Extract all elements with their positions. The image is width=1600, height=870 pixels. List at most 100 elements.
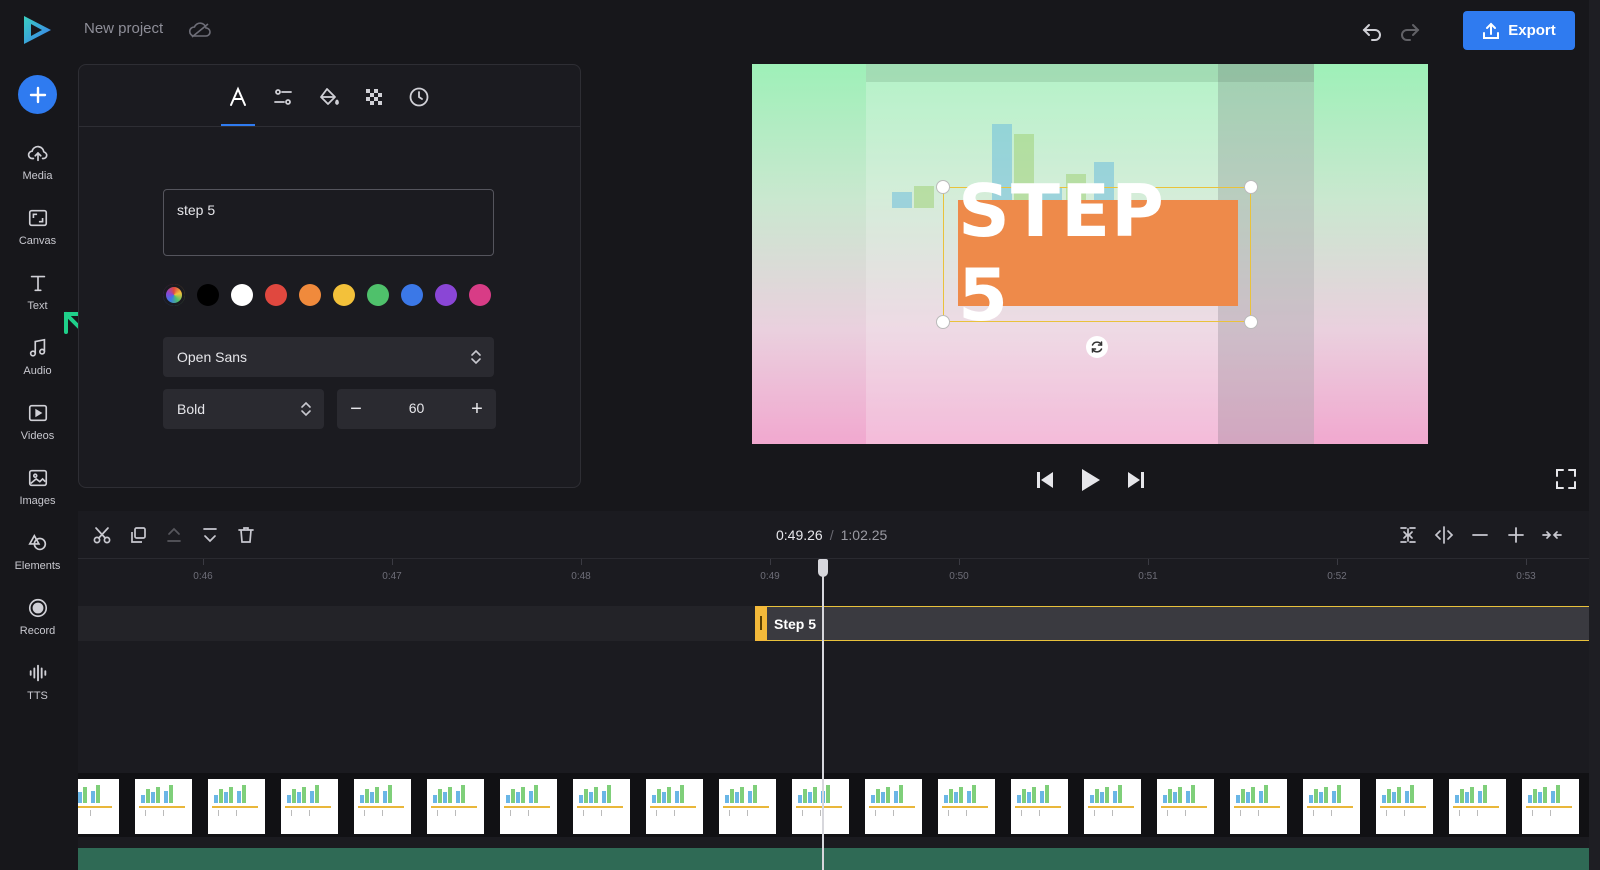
zoom-out-button[interactable] bbox=[1468, 523, 1492, 547]
chevron-updown-icon bbox=[301, 401, 311, 417]
video-track[interactable] bbox=[78, 773, 1600, 837]
ruler-label: 0:49 bbox=[760, 571, 780, 582]
image-icon bbox=[28, 469, 47, 487]
ruler-tick bbox=[203, 559, 204, 565]
export-upload-icon bbox=[1483, 22, 1500, 39]
sidebar-label-canvas: Canvas bbox=[18, 235, 57, 247]
sidebar-item-images[interactable]: Images bbox=[0, 467, 75, 525]
move-down-button[interactable] bbox=[198, 523, 222, 547]
text-content-input[interactable]: step 5 bbox=[163, 189, 494, 256]
color-swatch-pink[interactable] bbox=[469, 284, 491, 306]
color-swatch-white[interactable] bbox=[231, 284, 253, 306]
text-format-icon bbox=[230, 86, 246, 106]
video-thumbnail bbox=[1522, 779, 1579, 834]
video-thumbnail bbox=[573, 779, 630, 834]
video-thumbnail bbox=[500, 779, 557, 834]
color-swatch-orange[interactable] bbox=[299, 284, 321, 306]
fit-timeline-button[interactable] bbox=[1540, 523, 1564, 547]
undo-icon[interactable] bbox=[1360, 19, 1384, 43]
trim-button[interactable] bbox=[1432, 523, 1456, 547]
video-thumbnail bbox=[646, 779, 703, 834]
video-play-icon bbox=[28, 404, 47, 422]
playhead[interactable] bbox=[822, 559, 824, 870]
video-thumbnail bbox=[1303, 779, 1360, 834]
color-swatch-blue[interactable] bbox=[401, 284, 423, 306]
duplicate-button[interactable] bbox=[126, 523, 150, 547]
ruler-tick bbox=[1526, 559, 1527, 565]
sidebar-item-videos[interactable]: Videos bbox=[0, 402, 75, 460]
sidebar-item-tts[interactable]: TTS bbox=[0, 662, 75, 720]
music-note-icon bbox=[29, 338, 45, 357]
time-separator: / bbox=[829, 527, 834, 543]
ruler-label: 0:51 bbox=[1138, 571, 1158, 582]
skip-forward-button[interactable] bbox=[1122, 466, 1150, 494]
play-icon bbox=[1082, 469, 1100, 491]
step-text-overlay[interactable]: STEP 5 bbox=[958, 169, 1238, 337]
video-thumbnail bbox=[1011, 779, 1068, 834]
color-swatch-black[interactable] bbox=[197, 284, 219, 306]
waveform-icon bbox=[29, 664, 46, 682]
color-swatches bbox=[163, 284, 491, 306]
color-swatch-green[interactable] bbox=[367, 284, 389, 306]
video-thumbnail bbox=[1376, 779, 1433, 834]
resize-handle-top-right[interactable] bbox=[1244, 180, 1258, 194]
resize-handle-bottom-left[interactable] bbox=[936, 315, 950, 329]
font-size-decrease-button[interactable]: − bbox=[344, 397, 368, 421]
sidebar-item-elements[interactable]: Elements bbox=[0, 532, 75, 590]
text-icon bbox=[30, 275, 45, 292]
color-swatch-purple[interactable] bbox=[435, 284, 457, 306]
add-media-button[interactable] bbox=[18, 75, 57, 114]
delete-button[interactable] bbox=[234, 523, 258, 547]
app-logo-icon[interactable] bbox=[20, 14, 54, 46]
time-ruler[interactable]: 0:46 0:47 0:48 0:49 0:50 0:51 0:52 0:53 bbox=[78, 559, 1600, 605]
sidebar-item-record[interactable]: Record bbox=[0, 597, 75, 655]
play-button[interactable] bbox=[1076, 466, 1104, 494]
skip-back-button[interactable] bbox=[1031, 466, 1059, 494]
project-title[interactable]: New project bbox=[84, 20, 163, 37]
sidebar-item-canvas[interactable]: Canvas bbox=[0, 207, 75, 265]
sidebar-label-record: Record bbox=[19, 625, 56, 637]
font-size-increase-button[interactable]: + bbox=[465, 397, 489, 421]
export-button[interactable]: Export bbox=[1463, 11, 1575, 50]
tab-fill[interactable] bbox=[312, 81, 346, 113]
color-swatch-yellow[interactable] bbox=[333, 284, 355, 306]
video-thumbnail bbox=[792, 779, 849, 834]
font-family-value: Open Sans bbox=[177, 349, 248, 365]
transparency-icon bbox=[366, 89, 382, 105]
plus-icon bbox=[1508, 527, 1524, 543]
sidebar-item-media[interactable]: Media bbox=[0, 142, 75, 200]
color-swatch-red[interactable] bbox=[265, 284, 287, 306]
tab-timing[interactable] bbox=[402, 81, 436, 113]
tab-text-format[interactable] bbox=[221, 81, 255, 113]
move-up-button[interactable] bbox=[162, 523, 186, 547]
video-preview-canvas[interactable]: STEP 5 bbox=[752, 64, 1428, 444]
snap-button[interactable] bbox=[1396, 523, 1420, 547]
current-time: 0:49.26 bbox=[776, 527, 823, 543]
split-button[interactable] bbox=[90, 523, 114, 547]
panel-tab-bar bbox=[79, 65, 580, 127]
upload-cloud-icon bbox=[27, 145, 47, 162]
font-weight-select[interactable]: Bold bbox=[163, 389, 324, 429]
font-family-select[interactable]: Open Sans bbox=[163, 337, 494, 377]
page-scrollbar[interactable] bbox=[1589, 0, 1600, 870]
rotate-handle[interactable] bbox=[1086, 336, 1108, 358]
clip-trim-handle[interactable] bbox=[755, 606, 767, 641]
color-picker-swatch[interactable] bbox=[163, 284, 185, 306]
resize-handle-top-left[interactable] bbox=[936, 180, 950, 194]
tab-adjustments[interactable] bbox=[266, 81, 300, 113]
ruler-tick bbox=[1148, 559, 1149, 565]
zoom-in-button[interactable] bbox=[1504, 523, 1528, 547]
ruler-tick bbox=[392, 559, 393, 565]
redo-icon[interactable] bbox=[1398, 19, 1422, 43]
tab-transparency[interactable] bbox=[357, 81, 391, 113]
playhead-handle[interactable] bbox=[818, 559, 828, 577]
trash-icon bbox=[238, 527, 254, 543]
ruler-label: 0:47 bbox=[382, 571, 402, 582]
resize-handle-bottom-right[interactable] bbox=[1244, 315, 1258, 329]
font-size-value[interactable]: 60 bbox=[377, 400, 456, 416]
video-thumbnail bbox=[354, 779, 411, 834]
text-clip-step5[interactable]: Step 5 bbox=[755, 606, 1600, 641]
fullscreen-icon[interactable] bbox=[1554, 467, 1578, 491]
audio-track[interactable] bbox=[78, 848, 1600, 870]
collapse-arrows-icon bbox=[1542, 531, 1562, 539]
